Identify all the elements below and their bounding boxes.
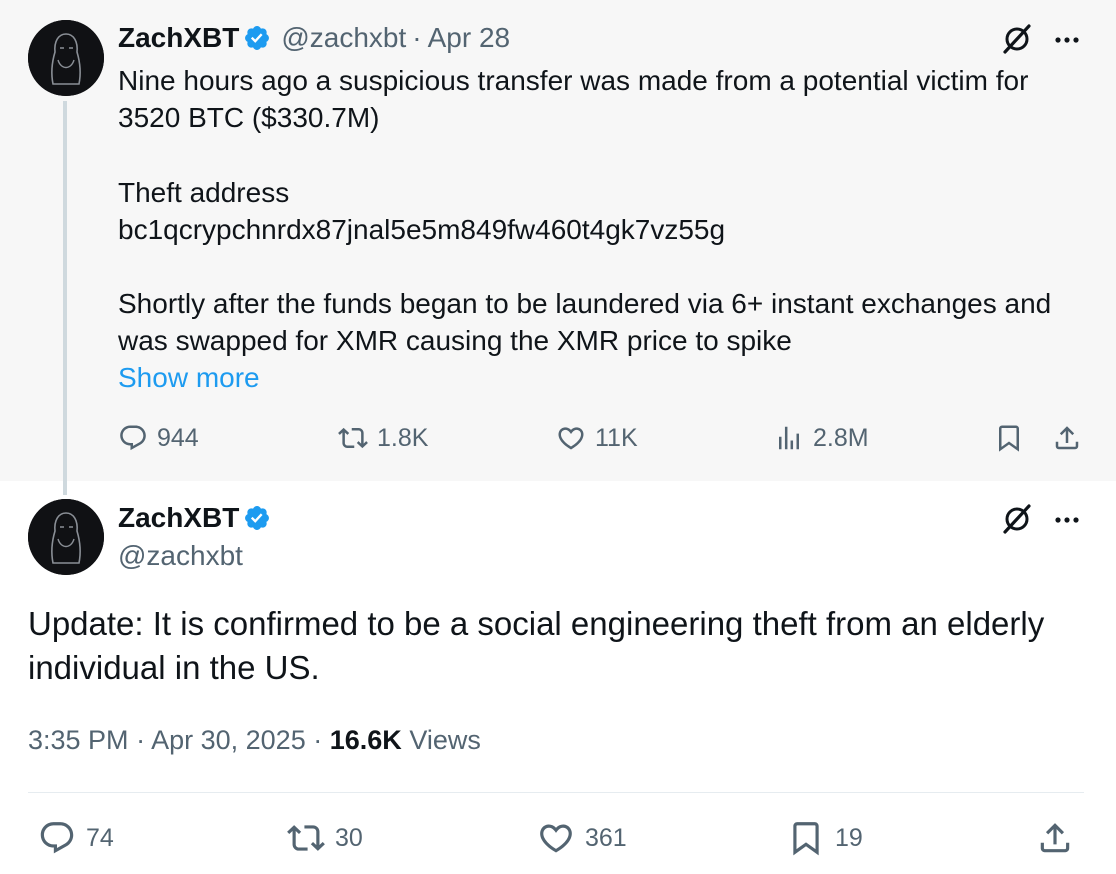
like-button[interactable]: 11K <box>556 423 638 453</box>
handle[interactable]: @zachxbt <box>118 540 243 572</box>
reply-icon <box>40 822 74 854</box>
share-button[interactable] <box>1036 819 1074 857</box>
more-icon[interactable] <box>1052 505 1082 535</box>
verified-badge-icon[interactable] <box>243 24 271 52</box>
tweet-text-line: was swapped for XMR causing the XMR pric… <box>118 325 792 356</box>
tweet-time[interactable]: 3:35 PM <box>28 725 129 755</box>
parent-tweet[interactable]: ZachXBT @zachxbt · Apr 28 Nine hours ago… <box>0 0 1116 481</box>
show-more-link[interactable]: Show more <box>118 362 260 394</box>
share-button[interactable] <box>1052 423 1082 453</box>
tweet-date[interactable]: Apr 30, 2025 <box>151 725 306 755</box>
like-icon <box>540 824 572 853</box>
thread-line <box>63 101 67 495</box>
views-count: 2.8M <box>813 423 869 452</box>
verified-badge-icon[interactable] <box>243 504 271 532</box>
separator-dot: · <box>313 725 323 755</box>
handle[interactable]: @zachxbt <box>281 22 406 54</box>
tweet-text-line: bc1qcrypchnrdx87jnal5e5m849fw460t4gk7vz5… <box>118 214 726 245</box>
tweet-meta: 3:35 PM · Apr 30, 2025 · 16.6K Views <box>28 725 481 756</box>
like-count: 11K <box>595 423 638 452</box>
display-name[interactable]: ZachXBT <box>118 502 239 534</box>
avatar[interactable] <box>28 499 104 575</box>
bookmark-icon <box>793 822 819 856</box>
like-count: 361 <box>585 823 627 852</box>
tweet-text-line: Nine hours ago a suspicious transfer was… <box>118 65 1029 96</box>
bookmark-button[interactable] <box>994 423 1024 453</box>
repost-icon <box>338 427 368 449</box>
separator-dot: · <box>136 725 146 755</box>
tweet-text-line: Theft address <box>118 177 290 208</box>
reply-icon <box>120 425 146 451</box>
reply-count: 944 <box>157 423 199 452</box>
divider <box>28 792 1084 793</box>
bookmark-count: 19 <box>835 823 863 852</box>
views-count: 16.6K <box>329 725 402 755</box>
separator-dot: · <box>412 22 422 53</box>
views-icon <box>779 426 799 450</box>
reply-button[interactable]: 944 <box>118 423 199 453</box>
repost-button[interactable]: 30 <box>287 819 363 857</box>
tweet-text-line: Shortly after the funds began to be laun… <box>118 288 1052 319</box>
avatar[interactable] <box>28 20 104 96</box>
repost-icon <box>287 825 325 851</box>
reply-count: 74 <box>86 823 114 852</box>
grok-icon[interactable] <box>1001 503 1033 535</box>
repost-button[interactable]: 1.8K <box>338 423 428 453</box>
like-icon <box>558 427 584 450</box>
repost-count: 30 <box>335 823 363 852</box>
share-icon <box>1055 426 1079 450</box>
like-button[interactable]: 361 <box>537 819 627 857</box>
more-icon[interactable] <box>1052 25 1082 55</box>
share-icon <box>1040 823 1070 853</box>
tweet-date[interactable]: Apr 28 <box>428 22 511 54</box>
grok-icon[interactable] <box>1001 23 1033 55</box>
tweet-text-line: 3520 BTC ($330.7M) <box>118 102 380 133</box>
bookmark-icon <box>999 425 1019 452</box>
parent-tweet-header: ZachXBT @zachxbt · Apr 28 <box>118 22 510 54</box>
views-button[interactable]: 2.8M <box>774 423 869 453</box>
display-name[interactable]: ZachXBT <box>118 22 239 54</box>
repost-count: 1.8K <box>377 423 429 452</box>
views-label: Views <box>409 725 481 755</box>
bookmark-button[interactable]: 19 <box>787 819 863 857</box>
reply-button[interactable]: 74 <box>38 819 114 857</box>
main-tweet-name-row: ZachXBT <box>118 502 271 534</box>
main-tweet-text: Update: It is confirmed to be a social e… <box>28 605 1045 686</box>
